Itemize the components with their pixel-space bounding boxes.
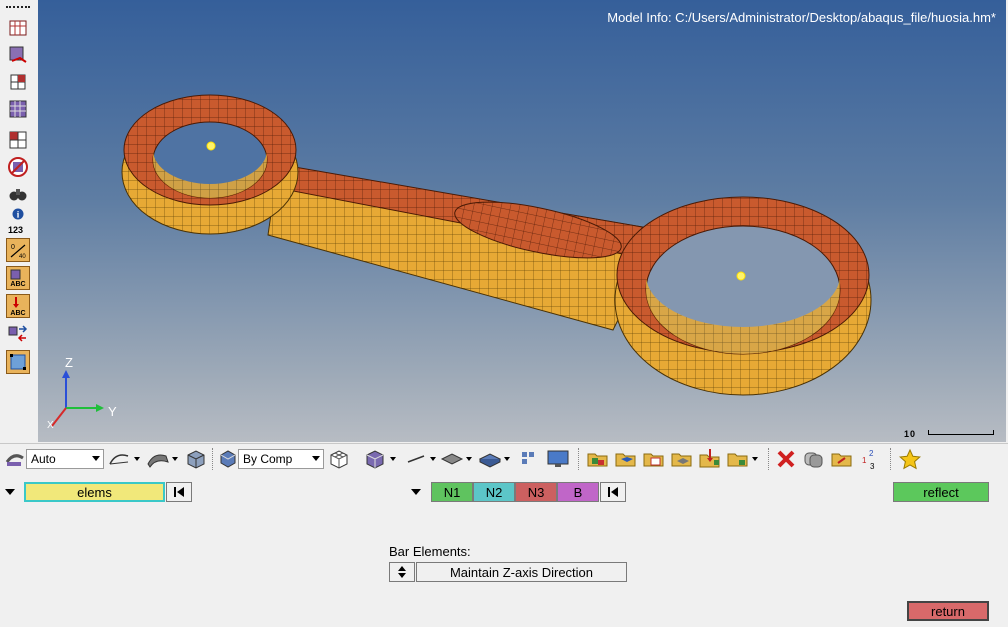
layers-icon[interactable] <box>802 447 826 471</box>
separator <box>578 448 579 470</box>
svg-text:1: 1 <box>862 456 867 465</box>
toggle-icon[interactable] <box>389 562 415 582</box>
element-grid-icon[interactable] <box>520 447 538 471</box>
auto-dropdown[interactable]: Auto <box>26 449 104 469</box>
svg-text:ABC: ABC <box>10 281 25 288</box>
by-comp-dropdown[interactable]: By Comp <box>238 449 324 469</box>
svg-text:40: 40 <box>19 254 26 260</box>
by-comp-dropdown-value: By Comp <box>243 452 293 466</box>
measure-icon[interactable]: 0 40 <box>6 238 30 262</box>
swap-arrows-icon[interactable] <box>6 322 30 346</box>
visualization-toolbar: Auto By Comp 2 1 3 <box>0 443 1008 474</box>
element-mask-icon[interactable] <box>6 70 30 94</box>
svg-text:ABC: ABC <box>10 310 25 316</box>
shaded-plane-icon[interactable] <box>478 447 510 471</box>
mesh-model[interactable] <box>38 0 1006 442</box>
wireframe-cube-icon[interactable] <box>328 447 350 471</box>
line-icon[interactable] <box>406 447 436 471</box>
scale-bar <box>928 430 994 435</box>
component-folder-icon[interactable] <box>614 447 638 471</box>
direction-option[interactable]: Maintain Z-axis Direction <box>416 562 627 582</box>
abc-arrow-icon[interactable]: ABC <box>6 294 30 318</box>
panel-area: elems N1 N2 N3 B reflect Bar Elements: M… <box>0 474 1008 627</box>
frame-icon[interactable] <box>6 350 30 374</box>
n3-button[interactable]: N3 <box>515 482 557 502</box>
shaded-mask-icon[interactable] <box>6 43 30 67</box>
monitor-icon[interactable] <box>546 447 570 471</box>
surface-icon[interactable] <box>146 447 178 471</box>
separator <box>768 448 769 470</box>
refresh-folder-icon[interactable] <box>830 447 854 471</box>
toolbar-grip[interactable] <box>6 6 30 10</box>
mesh-feature-icon[interactable] <box>6 128 30 152</box>
load-folder-icon[interactable] <box>698 447 722 471</box>
system-folder-icon[interactable] <box>726 447 758 471</box>
n2-button[interactable]: N2 <box>473 482 515 502</box>
hidden-line-icon[interactable] <box>6 16 30 40</box>
auto-dropdown-value: Auto <box>31 452 56 466</box>
solid-icon[interactable] <box>185 447 207 471</box>
material-folder-icon[interactable] <box>670 447 694 471</box>
property-folder-icon[interactable] <box>642 447 666 471</box>
assembly-folder-icon[interactable] <box>586 447 610 471</box>
node-selector-arrow[interactable] <box>411 489 421 495</box>
scale-label: 10 <box>904 429 917 439</box>
n1-button[interactable]: N1 <box>431 482 473 502</box>
renumber-icon[interactable]: 213 <box>858 447 882 471</box>
separator <box>890 448 891 470</box>
elems-selector-arrow[interactable] <box>5 489 15 495</box>
curve-icon[interactable] <box>108 447 140 471</box>
abc-label-icon[interactable]: ABC <box>6 266 30 290</box>
mesh-cube-icon[interactable] <box>364 447 396 471</box>
number-label: 123 <box>8 225 24 235</box>
axis-z-label: Z <box>65 355 73 370</box>
delete-icon[interactable] <box>776 447 796 471</box>
axis-x-label: X <box>47 420 54 431</box>
b-button[interactable]: B <box>557 482 599 502</box>
graphics-viewport[interactable]: Model Info: C:/Users/Administrator/Deskt… <box>38 0 1006 442</box>
separator <box>212 448 213 470</box>
axis-y-label: Y <box>108 404 117 419</box>
shading-icon[interactable] <box>4 447 26 471</box>
info-icon[interactable]: i <box>6 207 30 221</box>
svg-text:2: 2 <box>869 449 874 458</box>
plane-icon[interactable] <box>440 447 472 471</box>
left-toolbar: i 123 0 40 ABC ABC <box>0 0 38 442</box>
reset-selection-icon[interactable] <box>166 482 192 502</box>
component-color-icon[interactable] <box>218 447 238 471</box>
reset-nodes-icon[interactable] <box>600 482 626 502</box>
reflect-button[interactable]: reflect <box>893 482 989 502</box>
binoculars-find-icon[interactable] <box>6 182 30 206</box>
svg-text:0: 0 <box>11 244 15 251</box>
no-entry-icon[interactable] <box>6 155 30 179</box>
return-button[interactable]: return <box>907 601 989 621</box>
mesh-icon[interactable] <box>6 97 30 121</box>
svg-text:3: 3 <box>870 462 875 470</box>
bar-elements-label: Bar Elements: <box>389 544 471 559</box>
elems-selector-button[interactable]: elems <box>24 482 165 502</box>
favorites-star-icon[interactable] <box>898 447 922 471</box>
